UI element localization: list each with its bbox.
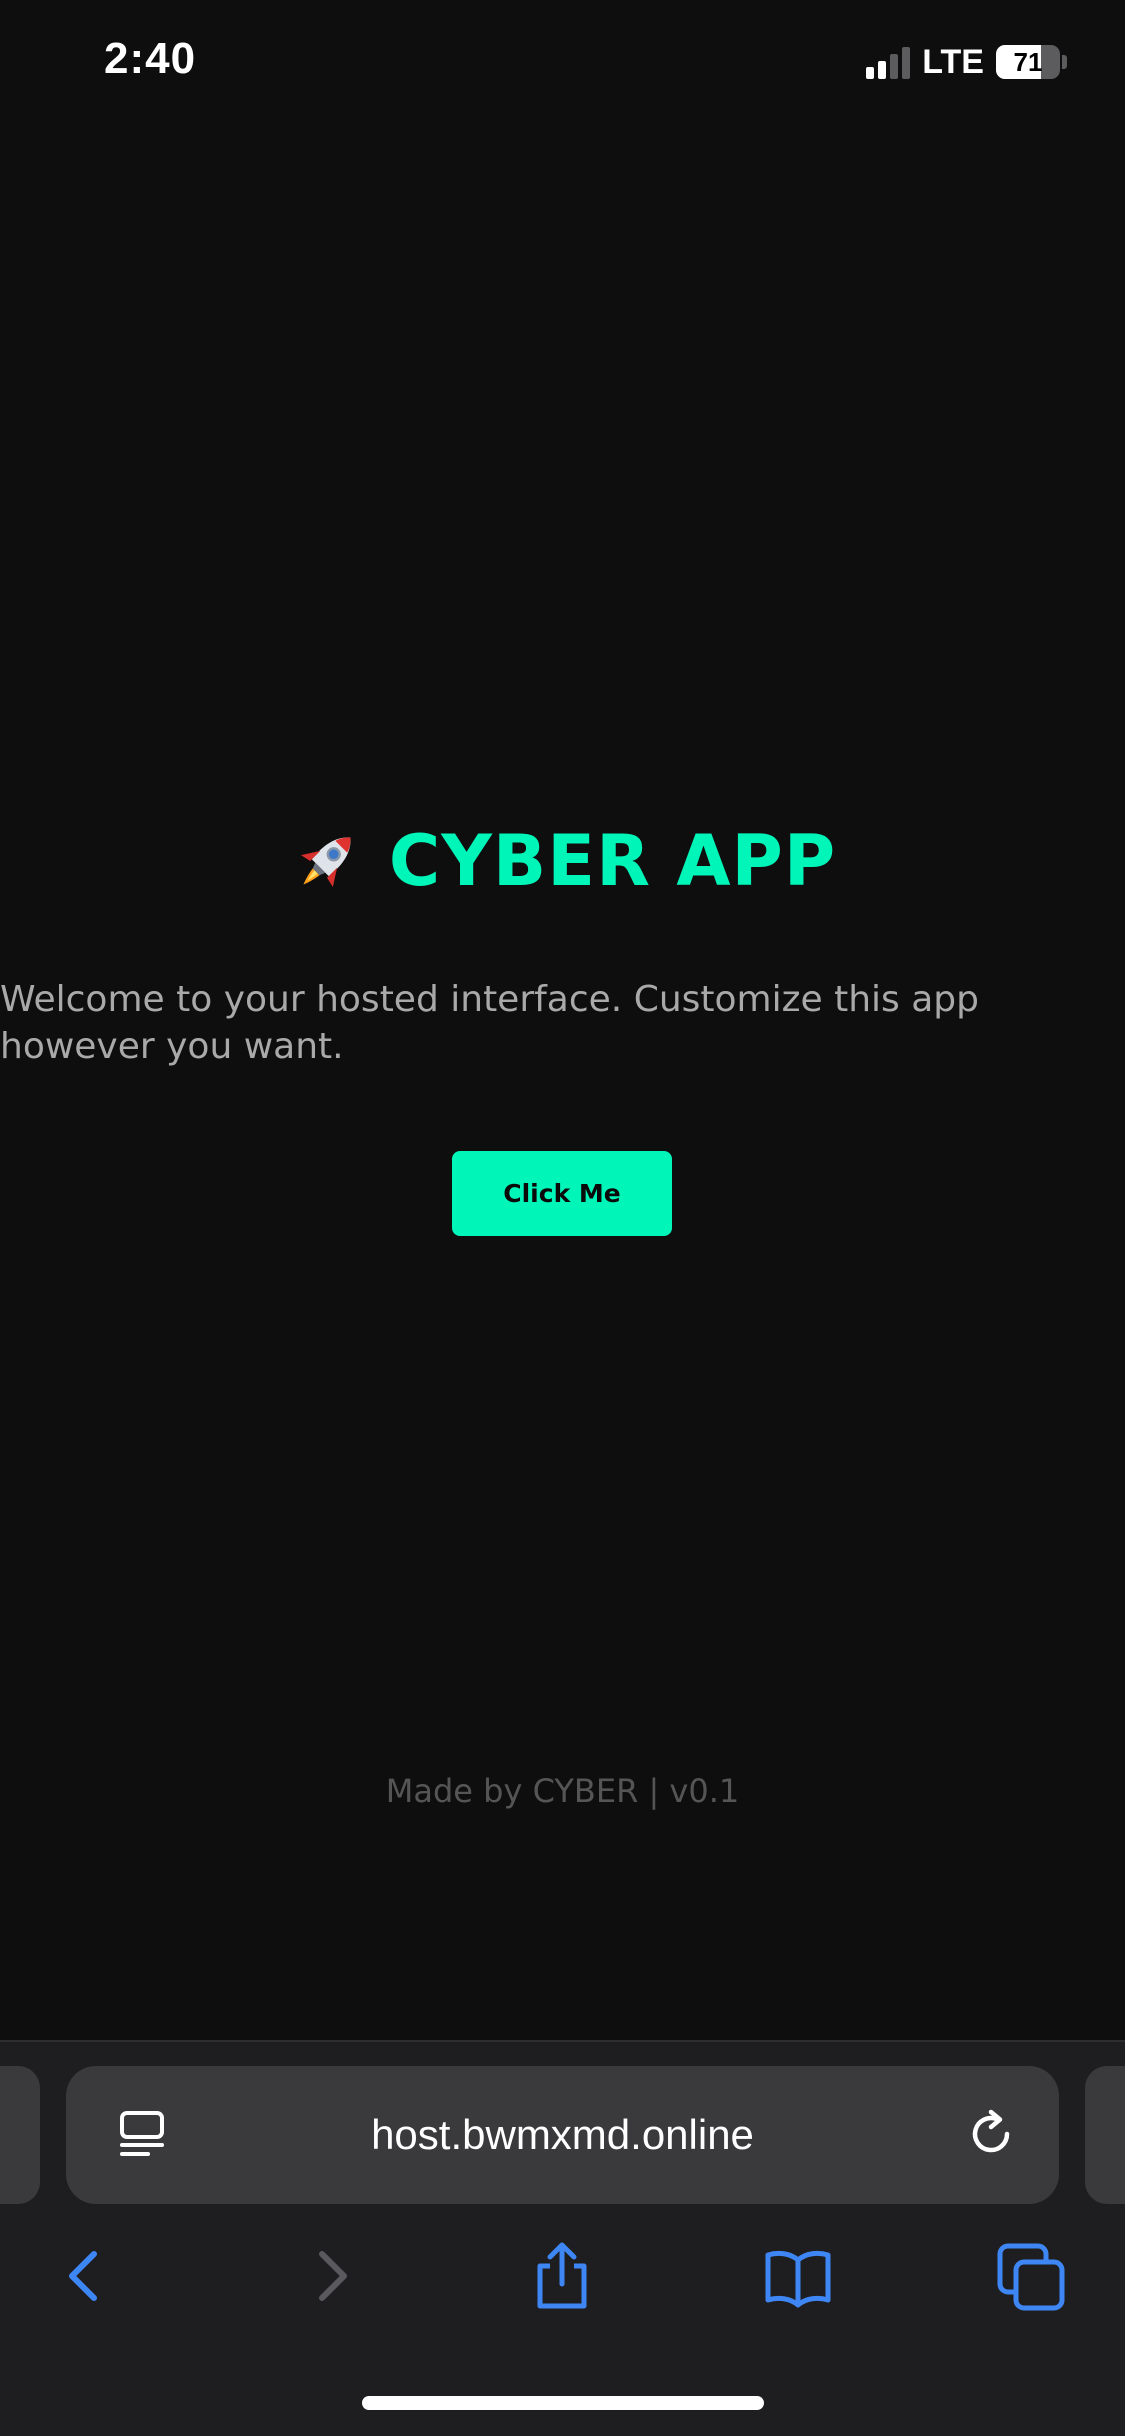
network-type: LTE <box>922 42 984 81</box>
phone-screen: 2:40 LTE 71 CYBER APP Welcome to your ho… <box>0 0 1125 2436</box>
page-title: CYBER APP <box>0 820 1125 902</box>
home-indicator[interactable] <box>362 2396 764 2410</box>
battery-cap <box>1062 55 1067 69</box>
forward-icon[interactable] <box>294 2240 366 2312</box>
address-bar[interactable]: host.bwmxmd.online <box>66 2066 1059 2204</box>
next-tab-preview[interactable] <box>1085 2066 1125 2204</box>
rocket-icon <box>300 837 351 888</box>
status-time: 2:40 <box>104 34 197 83</box>
app-title: CYBER APP <box>388 820 837 902</box>
battery-icon: 71 <box>996 45 1060 79</box>
footer-text: Made by CYBER | v0.1 <box>385 1772 740 1810</box>
click-me-button[interactable]: Click Me <box>452 1151 672 1236</box>
previous-tab-preview[interactable] <box>0 2066 40 2204</box>
back-icon[interactable] <box>50 2240 122 2312</box>
battery-level: 71 <box>1013 46 1043 77</box>
bookmarks-icon[interactable] <box>762 2240 834 2312</box>
share-icon[interactable] <box>526 2240 598 2312</box>
tabs-icon[interactable] <box>996 2240 1068 2312</box>
reload-icon[interactable] <box>963 2106 1019 2162</box>
welcome-text: Welcome to your hosted interface. Custom… <box>0 979 979 1067</box>
url-text: host.bwmxmd.online <box>371 2111 754 2158</box>
status-indicators: LTE 71 <box>866 42 1067 82</box>
browser-toolbar: host.bwmxmd.online <box>0 2040 1125 2436</box>
signal-strength-icon <box>866 45 911 79</box>
